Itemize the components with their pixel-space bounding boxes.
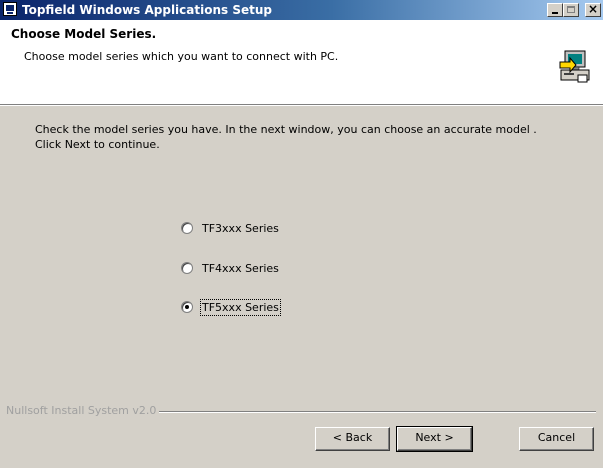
page-subtitle: Choose model series which you want to co… [24,50,339,63]
window-title: Topfield Windows Applications Setup [22,3,272,17]
wizard-header: Choose Model Series. Choose model series… [0,20,603,104]
option-label[interactable]: TF5xxx Series [200,298,281,316]
app-icon[interactable] [3,2,17,16]
option-label[interactable]: TF4xxx Series [202,262,279,275]
close-button[interactable]: × [585,3,601,17]
option-tf4xxx[interactable]: TF4xxx Series [181,259,279,277]
installer-branding: Nullsoft Install System v2.0 [6,404,160,417]
cancel-button[interactable]: Cancel [519,427,594,451]
page-title: Choose Model Series. [11,27,157,41]
next-button[interactable]: Next > [396,426,473,452]
option-label[interactable]: TF3xxx Series [202,222,279,235]
minimize-button[interactable] [547,3,563,17]
instructions: Check the model series you have. In the … [35,122,595,152]
option-tf3xxx[interactable]: TF3xxx Series [181,219,279,237]
maximize-button[interactable] [563,3,579,17]
option-tf5xxx[interactable]: TF5xxx Series [181,298,281,316]
instruction-line-2: Click Next to continue. [35,138,160,151]
setup-window: Topfield Windows Applications Setup × Ch… [0,0,603,468]
header-separator [0,104,603,106]
radio-button-selected[interactable] [181,301,193,313]
back-button[interactable]: < Back [315,427,390,451]
title-bar[interactable]: Topfield Windows Applications Setup × [0,0,603,20]
installer-computer-icon [559,50,590,83]
radio-button[interactable] [181,262,193,274]
radio-button[interactable] [181,222,193,234]
instruction-line-1: Check the model series you have. In the … [35,123,537,136]
